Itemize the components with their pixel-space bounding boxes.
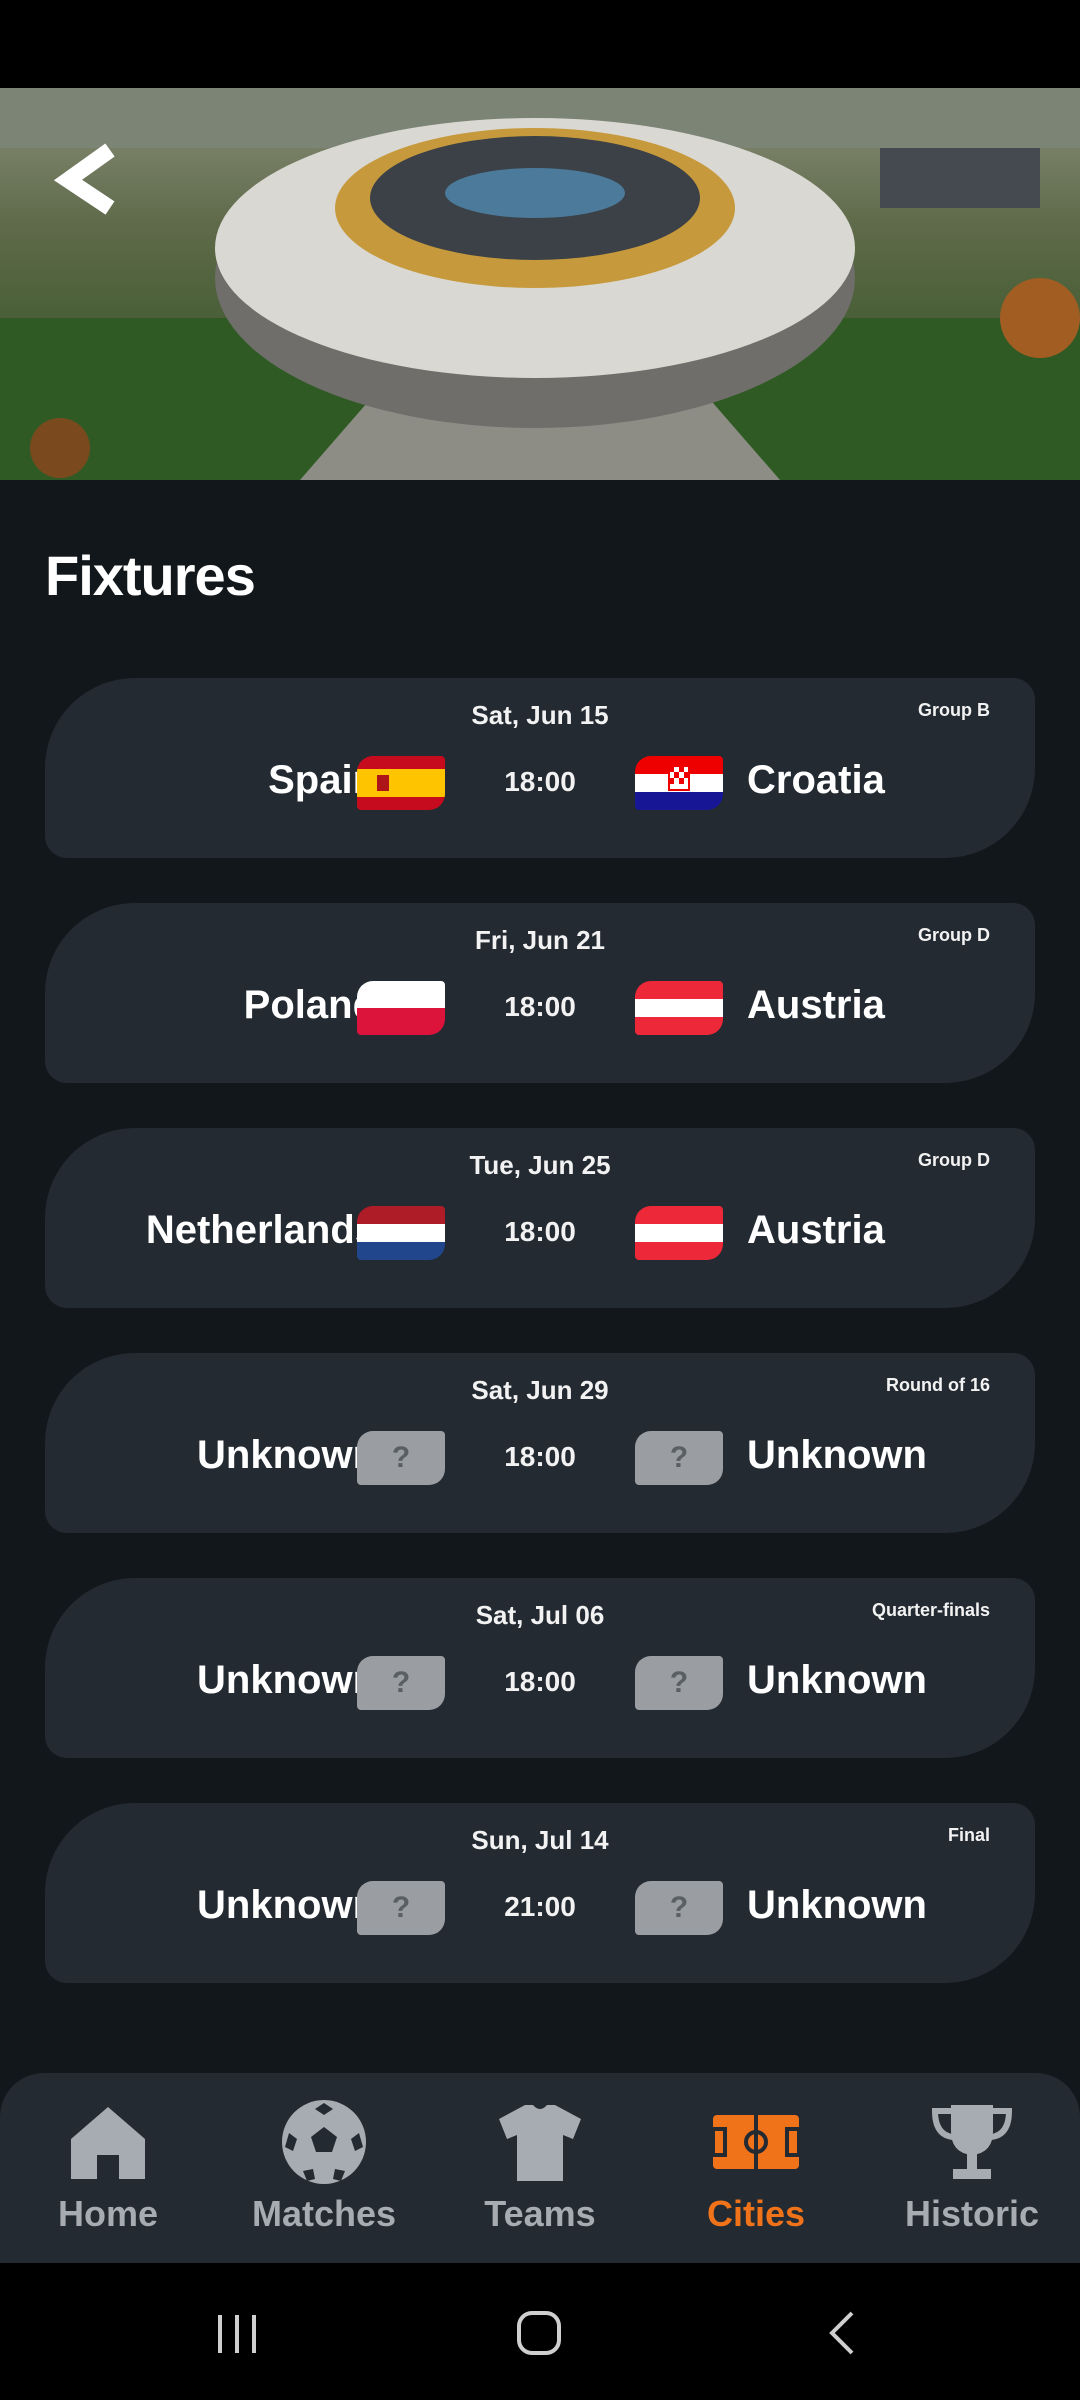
unknown-flag-icon: ?: [635, 1431, 723, 1485]
system-back-icon: [829, 2311, 854, 2355]
fixture-card[interactable]: Sat, Jun 29 Round of 16 Unknown ? 18:00 …: [45, 1353, 1035, 1533]
fixture-card[interactable]: Fri, Jun 21 Group D Poland 18:00 Austria: [45, 903, 1035, 1083]
home-icon: [71, 2107, 145, 2179]
austria-flag-icon: [635, 1206, 723, 1260]
recent-apps-icon: [218, 2315, 256, 2353]
nav-item-home[interactable]: Home: [0, 2073, 216, 2263]
nav-item-cities[interactable]: Cities: [648, 2073, 864, 2263]
fixture-date: Tue, Jun 25: [469, 1150, 611, 1180]
nav-item-historic[interactable]: Historic: [864, 2073, 1080, 2263]
away-team-name: Croatia: [747, 758, 885, 802]
fixture-stage: Quarter-finals: [871, 1600, 990, 1620]
status-bar: [0, 0, 1080, 88]
fixture-stage: Group B: [918, 700, 990, 720]
kickoff-time: 18:00: [504, 1216, 576, 1247]
croatia-flag-icon: [635, 756, 723, 810]
home-system-button[interactable]: [494, 2293, 584, 2373]
home-circle-icon: [517, 2311, 561, 2355]
fixture-stage: Group D: [918, 925, 990, 945]
section-title: Fixtures: [45, 544, 256, 607]
fixture-date: Fri, Jun 21: [474, 925, 606, 955]
unknown-flag-icon: ?: [635, 1656, 723, 1710]
fixture-stage: Final: [947, 1825, 990, 1845]
fixture-date: Sat, Jun 15: [471, 700, 609, 730]
hero-stadium-image: [0, 88, 1080, 480]
fixture-stage: Round of 16: [886, 1375, 990, 1395]
trophy-icon: [931, 2105, 1013, 2179]
fixture-card[interactable]: Sat, Jun 15 Group B Spain 18:00 Croatia: [45, 678, 1035, 858]
recent-apps-button[interactable]: [192, 2293, 282, 2373]
fixture-card[interactable]: Sun, Jul 14 Final Unknown ? 21:00 ? Unkn…: [45, 1803, 1035, 1983]
nav-item-teams[interactable]: Teams: [432, 2073, 648, 2263]
soccer-ball-icon: [282, 2100, 366, 2184]
away-team-name: Austria: [747, 1208, 885, 1252]
away-team-name: Unknown: [747, 1433, 927, 1477]
fixture-date: Sun, Jul 14: [471, 1825, 609, 1855]
nav-label: Home: [57, 2193, 159, 2234]
back-chevron-icon: [53, 143, 115, 215]
nav-label: Matches: [251, 2193, 397, 2234]
nav-label: Teams: [484, 2193, 596, 2234]
fixture-stage: Group D: [918, 1150, 990, 1170]
stadium-field-icon: [711, 2115, 801, 2169]
bottom-nav: Home Matches Teams Cities Historic: [0, 2073, 1080, 2263]
kickoff-time: 18:00: [504, 991, 576, 1022]
jersey-icon: [499, 2105, 581, 2181]
austria-flag-icon: [635, 981, 723, 1035]
system-navigation-bar: [0, 2263, 1080, 2400]
away-team-name: Austria: [747, 983, 885, 1027]
kickoff-time: 18:00: [504, 766, 576, 797]
nav-label: Cities: [706, 2193, 806, 2234]
away-team-name: Unknown: [747, 1658, 927, 1702]
fixture-card[interactable]: Tue, Jun 25 Group D Netherlands 18:00 Au…: [45, 1128, 1035, 1308]
fixtures-list: Sat, Jun 15 Group B Spain 18:00 Croatia …: [45, 678, 1035, 2028]
nav-item-matches[interactable]: Matches: [216, 2073, 432, 2263]
stadium-illustration: [0, 88, 1080, 480]
back-button[interactable]: [48, 140, 138, 220]
system-back-button[interactable]: [798, 2293, 888, 2373]
fixture-card[interactable]: Sat, Jul 06 Quarter-finals Unknown ? 18:…: [45, 1578, 1035, 1758]
unknown-flag-icon: ?: [635, 1881, 723, 1935]
away-team-name: Unknown: [747, 1883, 927, 1927]
nav-label: Historic: [904, 2193, 1040, 2234]
